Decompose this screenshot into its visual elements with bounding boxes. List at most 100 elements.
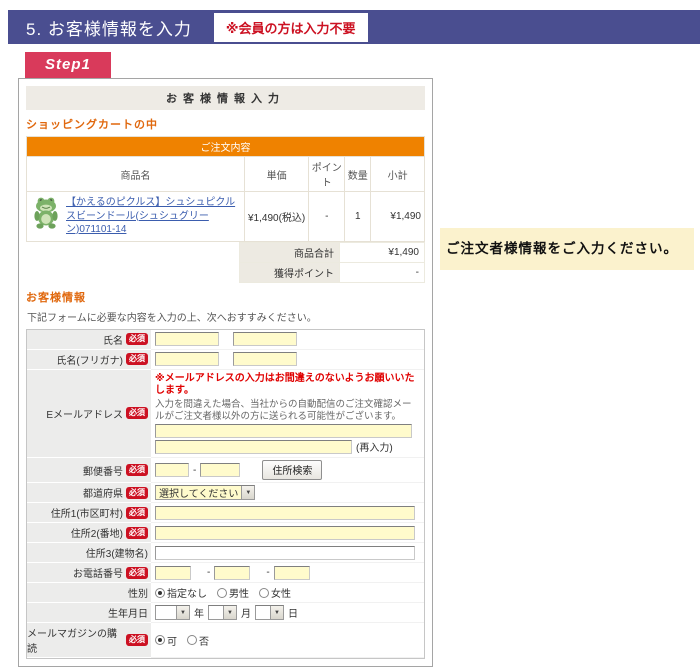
phone-input-3[interactable] (274, 566, 310, 580)
earned-points-label: 獲得ポイント (240, 262, 340, 282)
form-row-gender: 性別 指定なし 男性 女性 (27, 583, 424, 603)
customer-section-title: お客様情報 (26, 289, 425, 305)
zip-input-1[interactable] (155, 463, 189, 477)
prefecture-select[interactable]: 選択してください ▼ (155, 485, 255, 500)
birth-day-select[interactable]: ▼ (255, 605, 284, 620)
product-subtotal: ¥1,490 (371, 192, 425, 242)
email-note: 入力を間違えた場合、当社からの自動配信のご注文確認メールがご注文者様以外の方に送… (155, 399, 420, 424)
order-table: ご注文内容 商品名 単価 ポイント 数量 小計 (26, 136, 425, 242)
earned-points-value: - (340, 262, 425, 282)
required-badge: 必須 (126, 527, 148, 539)
zip-label: 郵便番号 (83, 463, 123, 478)
product-link[interactable]: 【かえるのピクルス】シュシュピクルスビーンドール(シュシュグリーン)071101… (66, 196, 239, 237)
birth-year-select[interactable]: ▼ (155, 605, 190, 620)
email-warning: ※メールアドレスの入力はお間違えのないようお願いいたします。 (155, 373, 420, 398)
form-row-address3: 住所3(建物名) (27, 543, 424, 563)
gender-radio-female[interactable] (259, 588, 269, 598)
form-row-prefecture: 都道府県 必須 選択してください ▼ (27, 483, 424, 503)
zip-separator: - (193, 465, 196, 476)
customer-info-panel: お客様情報入力 ショッピングカートの中 ご注文内容 商品名 単価 ポイント 数量… (18, 78, 433, 667)
prefecture-label: 都道府県 (83, 485, 123, 500)
step-badge: Step1 (25, 52, 111, 78)
birth-month-select[interactable]: ▼ (208, 605, 237, 620)
product-unit-price: ¥1,490(税込) (245, 192, 309, 242)
chevron-down-icon: ▼ (270, 606, 283, 619)
phone-separator: - (207, 567, 210, 578)
chevron-down-icon: ▼ (241, 486, 254, 499)
col-subtotal: 小計 (371, 157, 425, 192)
product-image-frog (32, 196, 60, 232)
first-name-kana-input[interactable] (233, 352, 297, 366)
phone-label: お電話番号 (73, 565, 123, 580)
phone-separator: - (266, 567, 269, 578)
address2-input[interactable] (155, 526, 415, 540)
first-name-input[interactable] (233, 332, 297, 346)
birth-year-unit: 年 (194, 605, 204, 620)
form-row-phone: お電話番号 必須 - - (27, 563, 424, 583)
form-row-birthdate: 生年月日 ▼ 年 ▼ 月 ▼ 日 (27, 603, 424, 623)
page-title: 5. お客様情報を入力 (26, 15, 192, 40)
address3-input[interactable] (155, 546, 415, 560)
mailmag-option-label: 可 (167, 633, 177, 648)
kana-label: 氏名(フリガナ) (56, 352, 123, 367)
prefecture-selected-value: 選択してください (156, 485, 241, 500)
product-point: - (309, 192, 345, 242)
chevron-down-icon: ▼ (223, 606, 236, 619)
required-badge: 必須 (126, 464, 148, 476)
form-row-name: 氏名 必須 (27, 330, 424, 350)
panel-title: お客様情報入力 (26, 86, 425, 110)
email-input[interactable] (155, 424, 412, 438)
mailmag-radio-no[interactable] (187, 635, 197, 645)
phone-input-2[interactable] (214, 566, 250, 580)
last-name-kana-input[interactable] (155, 352, 219, 366)
zip-input-2[interactable] (200, 463, 240, 477)
email-confirm-input[interactable] (155, 440, 352, 454)
birth-day-unit: 日 (288, 605, 298, 620)
mailmag-radio-yes[interactable] (155, 635, 165, 645)
required-badge: 必須 (126, 487, 148, 499)
order-summary: 商品合計 ¥1,490 獲得ポイント - (239, 242, 425, 283)
address1-input[interactable] (155, 506, 415, 520)
product-quantity: 1 (345, 192, 371, 242)
birth-month-unit: 月 (241, 605, 251, 620)
col-quantity: 数量 (345, 157, 371, 192)
form-row-email: Eメールアドレス 必須 ※メールアドレスの入力はお間違えのないようお願いいたしま… (27, 370, 424, 459)
address-search-button[interactable]: 住所検索 (262, 460, 322, 480)
gender-radio-male[interactable] (217, 588, 227, 598)
cart-section-title: ショッピングカートの中 (26, 116, 425, 132)
form-row-address2: 住所2(番地) 必須 (27, 523, 424, 543)
customer-form: 氏名 必須 氏名(フリガナ) 必須 Eメールアドレス 必 (26, 329, 425, 660)
gender-radio-unspecified[interactable] (155, 588, 165, 598)
col-unit-price: 単価 (245, 157, 309, 192)
orderer-info-note: ご注文者様情報をご入力ください。 (440, 228, 694, 270)
member-skip-note: ※会員の方は入力不要 (214, 13, 368, 42)
table-row: 【かえるのピクルス】シュシュピクルスビーンドール(シュシュグリーン)071101… (27, 192, 425, 242)
email-reenter-label: (再入力) (356, 439, 393, 454)
form-row-zip: 郵便番号 必須 - 住所検索 (27, 458, 424, 483)
mailmag-option-label: 否 (199, 633, 209, 648)
order-table-header-row: 商品名 単価 ポイント 数量 小計 (27, 157, 425, 192)
birthdate-label: 生年月日 (108, 605, 148, 620)
address3-label: 住所3(建物名) (86, 545, 148, 560)
gender-label: 性別 (128, 585, 148, 600)
required-badge: 必須 (126, 567, 148, 579)
order-table-title: ご注文内容 (27, 137, 425, 157)
required-badge: 必須 (126, 407, 148, 419)
address1-label: 住所1(市区町村) (51, 505, 123, 520)
mailmagazine-label: メールマガジンの購読 (27, 625, 123, 655)
gender-option-label: 男性 (229, 585, 249, 600)
required-badge: 必須 (126, 333, 148, 345)
chevron-down-icon: ▼ (176, 606, 189, 619)
page-header: 5. お客様情報を入力 ※会員の方は入力不要 (8, 10, 700, 44)
gender-option-label: 指定なし (167, 585, 207, 600)
email-label: Eメールアドレス (46, 406, 123, 421)
col-point: ポイント (309, 157, 345, 192)
form-row-mailmagazine: メールマガジンの購読 必須 可 否 (27, 623, 424, 658)
phone-input-1[interactable] (155, 566, 191, 580)
total-label: 商品合計 (240, 242, 340, 262)
form-row-kana: 氏名(フリガナ) 必須 (27, 350, 424, 370)
last-name-input[interactable] (155, 332, 219, 346)
address2-label: 住所2(番地) (71, 525, 123, 540)
name-label: 氏名 (103, 332, 123, 347)
form-row-address1: 住所1(市区町村) 必須 (27, 503, 424, 523)
